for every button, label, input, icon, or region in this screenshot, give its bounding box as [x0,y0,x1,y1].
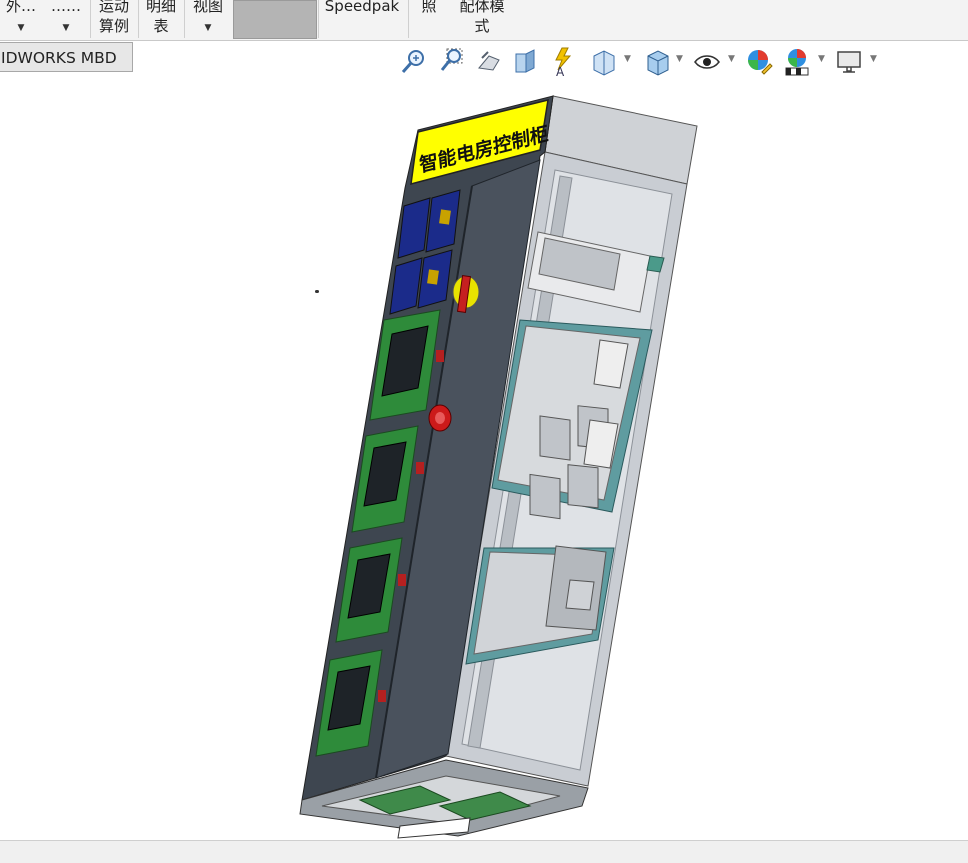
emergency-stop-button [428,404,452,432]
status-bar [0,840,968,863]
cabinet-model[interactable]: 智能电房控制柜 [0,0,968,862]
